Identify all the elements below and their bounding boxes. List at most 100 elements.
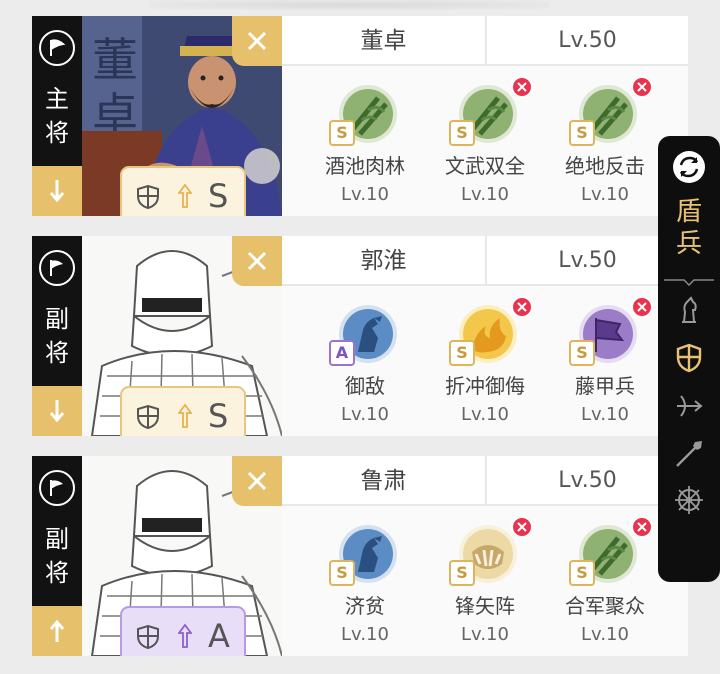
troop-grade-badge: S: [120, 386, 246, 436]
skill-name: 锋矢阵: [455, 594, 515, 618]
remove-skill-button[interactable]: [511, 516, 533, 538]
general-header: 董卓 Lv.50: [282, 16, 688, 66]
general-info: 鲁肃 Lv.50 S 济贫 Lv.10 S 锋矢阵 Lv.10 S 合军聚众 L…: [282, 456, 688, 656]
skill-level: Lv.10: [341, 404, 389, 425]
general-info: 郭淮 Lv.50 A 御敌 Lv.10 S 折冲御侮 Lv.10 S 藤甲兵 L…: [282, 236, 688, 436]
troop-type-label: 盾 兵: [675, 197, 702, 259]
close-icon: [517, 82, 527, 92]
ship-wheel-icon[interactable]: [673, 484, 705, 516]
remove-skill-button[interactable]: [631, 296, 653, 318]
skill-grade: A: [329, 340, 355, 366]
skill-slot[interactable]: S 文武双全 Lv.10: [425, 66, 545, 216]
skill-slot[interactable]: S 合军聚众 Lv.10: [545, 506, 665, 656]
general-level: Lv.50: [558, 28, 617, 53]
move-up-button[interactable]: [32, 606, 82, 656]
cavalry-icon[interactable]: [673, 294, 705, 326]
remove-general-button[interactable]: [232, 456, 282, 506]
close-icon: [637, 302, 647, 312]
skill-name: 合军聚众: [565, 594, 645, 618]
remove-skill-button[interactable]: [631, 76, 653, 98]
move-down-button[interactable]: [32, 166, 82, 216]
skill-name: 绝地反击: [565, 154, 645, 178]
skill-slot[interactable]: S 绝地反击 Lv.10: [545, 66, 665, 216]
general-name: 董卓: [360, 28, 407, 54]
close-icon: [637, 82, 647, 92]
bow-icon[interactable]: [673, 390, 705, 422]
remove-general-button[interactable]: [232, 16, 282, 66]
shield-icon: [137, 404, 159, 430]
upgrade-arrow-icon: [178, 623, 192, 648]
close-icon: [247, 471, 267, 491]
skill-level: Lv.10: [461, 404, 509, 425]
troop-grade: S: [208, 397, 229, 435]
skill-grade: S: [569, 340, 595, 366]
flag-icon: [39, 30, 75, 66]
skill-grade: S: [449, 340, 475, 366]
flag-icon: [39, 470, 75, 506]
skill-grade: S: [449, 120, 475, 146]
troop-grade: S: [208, 177, 229, 215]
close-icon: [247, 31, 267, 51]
skill-slot[interactable]: S 锋矢阵 Lv.10: [425, 506, 545, 656]
skill-level: Lv.10: [341, 184, 389, 205]
close-icon: [517, 302, 527, 312]
close-icon: [247, 251, 267, 271]
general-header: 鲁肃 Lv.50: [282, 456, 688, 506]
troop-grade: A: [208, 617, 230, 655]
skill-level: Lv.10: [341, 624, 389, 645]
general-header: 郭淮 Lv.50: [282, 236, 688, 286]
skill-name: 御敌: [345, 374, 385, 398]
upgrade-arrow-icon: [178, 183, 192, 208]
spear-icon[interactable]: [673, 438, 705, 470]
skill-name: 藤甲兵: [575, 374, 635, 398]
skill-level: Lv.10: [581, 404, 629, 425]
arrow-up-icon: [49, 619, 65, 642]
skill-grade: S: [449, 560, 475, 586]
close-icon: [517, 522, 527, 532]
general-name: 郭淮: [360, 248, 407, 274]
svg-text:董: 董: [92, 33, 138, 87]
move-down-button[interactable]: [32, 386, 82, 436]
skill-slot[interactable]: S 折冲御侮 Lv.10: [425, 286, 545, 436]
general-card: 副 将 A 鲁肃 Lv.50 S 济贫 Lv.10 S 锋矢阵 Lv.10 S …: [32, 456, 688, 656]
arrow-down-icon: [49, 400, 65, 423]
general-card: 主 将 董 卓 S 董卓 Lv.50 S 酒池肉林 Lv.10 S 文武双全 L…: [32, 16, 688, 216]
shield-icon[interactable]: [673, 342, 705, 374]
remove-general-button[interactable]: [232, 236, 282, 286]
skill-level: Lv.10: [461, 184, 509, 205]
skill-name: 酒池肉林: [325, 154, 405, 178]
skill-grade: S: [329, 120, 355, 146]
remove-skill-button[interactable]: [511, 76, 533, 98]
remove-skill-button[interactable]: [511, 296, 533, 318]
skill-grade: S: [329, 560, 355, 586]
skill-name: 文武双全: [445, 154, 525, 178]
troop-grade-badge: S: [120, 166, 246, 216]
general-info: 董卓 Lv.50 S 酒池肉林 Lv.10 S 文武双全 Lv.10 S 绝地反…: [282, 16, 688, 216]
role-bar: 副 将: [32, 236, 82, 436]
skill-slot[interactable]: S 酒池肉林 Lv.10: [305, 66, 425, 216]
role-bar: 主 将: [32, 16, 82, 216]
skill-level: Lv.10: [581, 624, 629, 645]
close-icon: [637, 522, 647, 532]
top-shadow: [150, 0, 550, 10]
general-name: 鲁肃: [360, 468, 407, 494]
role-label: 副 将: [45, 305, 69, 367]
upgrade-arrow-icon: [178, 403, 192, 428]
role-bar: 副 将: [32, 456, 82, 656]
skill-slot[interactable]: A 御敌 Lv.10: [305, 286, 425, 436]
skill-slot[interactable]: S 济贫 Lv.10: [305, 506, 425, 656]
flag-icon: [39, 250, 75, 286]
refresh-icon[interactable]: [672, 150, 706, 184]
skill-slot[interactable]: S 藤甲兵 Lv.10: [545, 286, 665, 436]
skill-name: 济贫: [345, 594, 385, 618]
panel-divider: [664, 279, 714, 286]
shield-icon: [137, 184, 159, 210]
troop-type-panel: 盾 兵: [658, 136, 720, 582]
role-label: 副 将: [45, 525, 69, 587]
skill-level: Lv.10: [581, 184, 629, 205]
role-label: 主 将: [45, 85, 69, 147]
shield-icon: [137, 624, 159, 650]
skill-grade: S: [569, 560, 595, 586]
remove-skill-button[interactable]: [631, 516, 653, 538]
troop-grade-badge: A: [120, 606, 246, 656]
